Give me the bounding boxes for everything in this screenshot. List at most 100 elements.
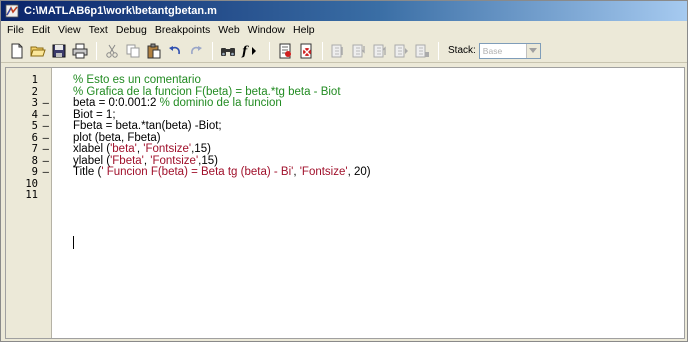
line-number: 7 xyxy=(31,143,38,155)
undo-icon[interactable] xyxy=(165,41,185,61)
step-out-icon[interactable] xyxy=(370,41,390,61)
line-number-row[interactable]: 9– xyxy=(6,166,52,178)
menu-text[interactable]: Text xyxy=(85,22,112,38)
save-icon[interactable] xyxy=(49,41,69,61)
stack-label: Stack: xyxy=(448,45,476,56)
code-string: 'Fontsize' xyxy=(150,154,199,167)
step-in-icon[interactable] xyxy=(349,41,369,61)
stack-dropdown[interactable]: Base xyxy=(478,42,541,59)
code-editor[interactable]: 1 2 3–4–5–6–7–8–9–10 11 % Esto es un coment… xyxy=(5,67,685,339)
line-number-row[interactable]: 4– xyxy=(6,109,52,121)
line-number: 11 xyxy=(25,189,38,201)
line-number: 5 xyxy=(31,120,38,132)
cut-icon[interactable] xyxy=(102,41,122,61)
continue-icon[interactable] xyxy=(391,41,411,61)
breakpoint-marker[interactable]: – xyxy=(43,132,49,144)
menu-view[interactable]: View xyxy=(54,22,85,38)
line-number-gutter: 1 2 3–4–5–6–7–8–9–10 11 xyxy=(6,68,52,338)
code-line[interactable]: beta = 0:0.001:2 % dominio de la funcion xyxy=(73,97,282,109)
menu-bar: File Edit View Text Debug Breakpoints We… xyxy=(1,21,687,39)
menu-breakpoints[interactable]: Breakpoints xyxy=(151,22,214,38)
breakpoint-marker[interactable]: – xyxy=(43,109,49,121)
exit-debug-icon[interactable] xyxy=(412,41,432,61)
code-line[interactable]: xlabel ('beta', 'Fontsize',15) xyxy=(73,143,211,155)
code-comment: % Grafica de la funcion F(beta) = beta.*… xyxy=(73,85,341,98)
code-string: 'Fontsize' xyxy=(299,166,348,178)
code-token: ylabel ( xyxy=(73,154,111,167)
code-token: ,15) xyxy=(198,154,218,167)
menu-window[interactable]: Window xyxy=(244,22,289,38)
svg-text:f: f xyxy=(241,44,249,58)
code-token: Title ( xyxy=(73,166,102,178)
code-string: 'Fbeta' xyxy=(110,154,144,167)
clear-breakpoint-icon[interactable] xyxy=(296,41,316,61)
line-number: 1 xyxy=(31,74,38,86)
code-line[interactable]: plot (beta, Fbeta) xyxy=(73,132,161,144)
code-token: , 20) xyxy=(347,166,371,178)
toolbar: f Stack: Base xyxy=(1,39,687,63)
line-number-row[interactable]: 5– xyxy=(6,120,52,132)
menu-edit[interactable]: Edit xyxy=(28,22,54,38)
breakpoint-marker[interactable]: – xyxy=(43,120,49,132)
code-line[interactable]: Title (' Funcion F(beta) = Beta tg (beta… xyxy=(73,166,371,178)
line-number-row[interactable]: 7– xyxy=(6,143,52,155)
code-line[interactable]: Fbeta = beta.*tan(beta) -Biot; xyxy=(73,120,222,132)
line-number: 4 xyxy=(31,108,38,121)
title-bar[interactable]: C:\MATLAB6p1\work\betantgbetan.m xyxy=(1,1,687,21)
line-number: 9 xyxy=(31,166,38,178)
menu-help[interactable]: Help xyxy=(289,22,319,38)
text-cursor xyxy=(73,236,74,249)
line-number-row[interactable]: 8– xyxy=(6,155,52,167)
editor-window: C:\MATLAB6p1\work\betantgbetan.m File Ed… xyxy=(0,0,688,342)
menu-debug[interactable]: Debug xyxy=(112,22,151,38)
code-string: 'Fontsize' xyxy=(143,143,192,155)
line-number-row[interactable]: 11 xyxy=(6,189,52,201)
menu-file[interactable]: File xyxy=(3,22,28,38)
breakpoint-marker[interactable]: – xyxy=(43,143,49,155)
set-breakpoint-icon[interactable] xyxy=(275,41,295,61)
line-number-row[interactable]: 1 xyxy=(6,74,52,86)
line-number-row[interactable]: 2 xyxy=(6,86,52,98)
code-token: ,15) xyxy=(191,143,211,155)
new-file-icon[interactable] xyxy=(7,41,27,61)
function-icon[interactable]: f xyxy=(239,41,263,61)
line-number: 6 xyxy=(31,131,38,144)
line-number: 2 xyxy=(31,85,38,98)
line-number: 10 xyxy=(25,177,38,190)
open-folder-icon[interactable] xyxy=(28,41,48,61)
paste-icon[interactable] xyxy=(144,41,164,61)
code-line[interactable]: % Grafica de la funcion F(beta) = beta.*… xyxy=(73,86,341,98)
code-string: 'beta' xyxy=(110,143,137,155)
print-icon[interactable] xyxy=(70,41,90,61)
stack-dropdown-value: Base xyxy=(482,45,503,56)
code-token: Fbeta = beta.*tan(beta) -Biot; xyxy=(73,120,222,132)
breakpoint-marker[interactable]: – xyxy=(43,97,49,109)
menu-web[interactable]: Web xyxy=(214,22,243,38)
toolbar-separator xyxy=(438,41,439,60)
toolbar-separator xyxy=(269,41,270,60)
code-token: xlabel ( xyxy=(73,143,111,155)
line-number: 3 xyxy=(31,97,38,109)
line-number: 8 xyxy=(31,154,38,167)
step-icon[interactable] xyxy=(328,41,348,61)
redo-icon[interactable] xyxy=(186,41,206,61)
breakpoint-marker[interactable]: – xyxy=(43,155,49,167)
code-token: Biot = 1; xyxy=(73,108,116,121)
chevron-down-icon[interactable] xyxy=(525,43,540,58)
toolbar-separator xyxy=(322,41,323,60)
copy-icon[interactable] xyxy=(123,41,143,61)
find-icon[interactable] xyxy=(218,41,238,61)
code-comment: % Esto es un comentario xyxy=(73,74,201,86)
line-number-row[interactable]: 3– xyxy=(6,97,52,109)
code-line[interactable]: Biot = 1; xyxy=(73,109,116,121)
code-line[interactable]: ylabel ('Fbeta', 'Fontsize',15) xyxy=(73,155,218,167)
toolbar-separator xyxy=(96,41,97,60)
code-token: plot (beta, Fbeta) xyxy=(73,131,161,144)
line-number-row[interactable]: 6– xyxy=(6,132,52,144)
matlab-logo-icon xyxy=(5,4,19,18)
code-string: ' Funcion F(beta) = Beta tg (beta) - Bi' xyxy=(101,166,294,178)
line-number-row[interactable]: 10 xyxy=(6,178,52,190)
breakpoint-marker[interactable]: – xyxy=(43,166,49,178)
window-title: C:\MATLAB6p1\work\betantgbetan.m xyxy=(24,5,217,17)
code-line[interactable]: % Esto es un comentario xyxy=(73,74,201,86)
